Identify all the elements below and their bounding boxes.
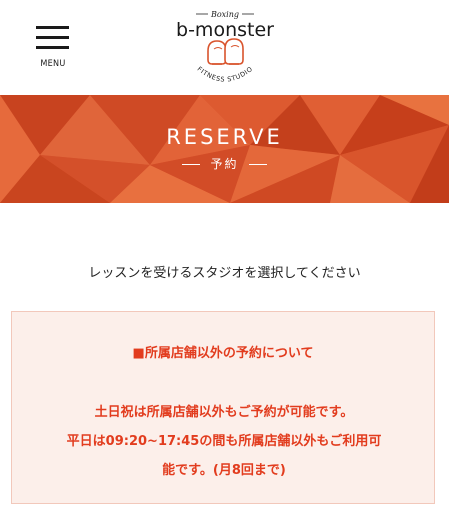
hero-subtitle: 予約 [0, 155, 449, 172]
svg-text:FITNESS STUDIO: FITNESS STUDIO [196, 65, 255, 84]
menu-button[interactable]: MENU [36, 26, 70, 72]
hero-title: RESERVE [166, 125, 283, 149]
reservation-notice-box: ■所属店舗以外の予約について 土日祝は所属店舗以外もご予約が可能です。 平日は0… [11, 311, 435, 504]
menu-label: MENU [40, 59, 66, 69]
notice-line: 平日は09:20~17:45の間も所属店舗以外もご利用可 [66, 434, 382, 449]
hero-subtitle-text: 予約 [210, 157, 239, 171]
divider [248, 164, 267, 165]
boxing-gloves-icon [207, 38, 244, 65]
logo-top-text: Boxing [210, 10, 239, 19]
hamburger-icon-bar [36, 46, 69, 49]
notice-title: ■所属店舗以外の予約について [132, 346, 314, 361]
studio-select-instruction: レッスンを受けるスタジオを選択してください [88, 266, 361, 281]
brand-logo[interactable]: Boxing b-monster FITNESS STUDIO [170, 5, 280, 90]
notice-line: 土日祝は所属店舗以外もご予約が可能です。 [94, 405, 354, 420]
notice-body: 土日祝は所属店舗以外もご予約が可能です。 平日は09:20~17:45の間も所属… [36, 398, 412, 485]
hamburger-icon [36, 26, 69, 29]
logo-bottom-text: FITNESS STUDIO [196, 65, 254, 84]
page-hero: RESERVE 予約 [0, 95, 449, 203]
divider [182, 164, 201, 165]
hero-polygon-background [0, 95, 449, 203]
hamburger-icon-bar [36, 36, 69, 39]
logo-brand-text: b-monster [176, 19, 274, 41]
notice-line: 能です。(月8回まで) [162, 463, 286, 478]
site-header: MENU Boxing b-monster FITNESS STUDIO [0, 0, 449, 95]
